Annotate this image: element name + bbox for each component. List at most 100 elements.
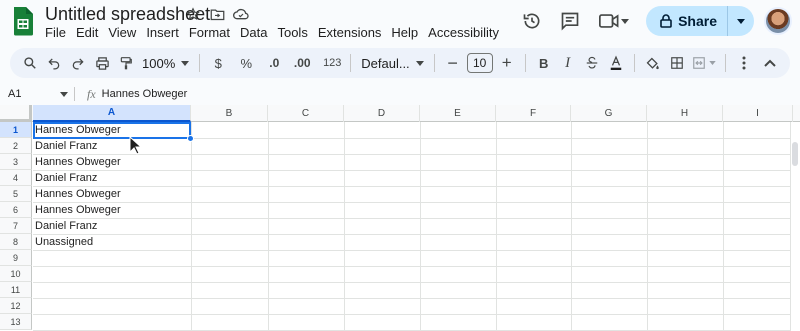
row-header[interactable]: 2 [0, 138, 32, 154]
text-color-icon[interactable] [604, 51, 628, 75]
share-dropdown-button[interactable] [728, 6, 754, 36]
row-header[interactable]: 5 [0, 186, 32, 202]
history-icon[interactable] [518, 7, 546, 35]
menu-tools[interactable]: Tools [272, 25, 312, 41]
decrease-font-size-button[interactable]: − [441, 51, 465, 75]
name-box[interactable]: A1 [0, 88, 74, 100]
row-header[interactable]: 4 [0, 170, 32, 186]
row-header[interactable]: 3 [0, 154, 32, 170]
gridline [344, 122, 345, 331]
row-header[interactable]: 9 [0, 250, 32, 266]
comments-icon[interactable] [556, 7, 584, 35]
percent-format-button[interactable]: % [234, 51, 258, 75]
row-header[interactable]: 6 [0, 202, 32, 218]
bold-button[interactable]: B [532, 51, 556, 75]
toolbar-divider [199, 54, 201, 72]
cell-a6[interactable]: Hannes Obweger [35, 202, 121, 218]
cell-a5[interactable]: Hannes Obweger [35, 186, 121, 202]
spreadsheet-grid[interactable]: A B C D E F G H I 1 2 3 4 5 6 7 8 9 10 1… [0, 105, 800, 331]
column-header-d[interactable]: D [344, 105, 420, 122]
chevron-down-icon [60, 91, 68, 97]
vertical-scrollbar[interactable] [790, 122, 800, 331]
decrease-decimal-button[interactable]: .0 [262, 51, 286, 75]
name-box-value: A1 [8, 88, 22, 100]
fill-handle[interactable] [187, 135, 194, 142]
more-formats-button[interactable]: 123 [320, 51, 344, 75]
column-header-g[interactable]: G [571, 105, 647, 122]
menu-insert[interactable]: Insert [141, 25, 184, 41]
gridline [33, 282, 793, 283]
move-folder-icon[interactable] [209, 6, 225, 22]
gridline [723, 122, 724, 331]
menu-bar: File Edit View Insert Format Data Tools … [45, 25, 504, 41]
gridline [33, 234, 793, 235]
cell-a3[interactable]: Hannes Obweger [35, 154, 121, 170]
increase-decimal-button[interactable]: .00 [290, 51, 314, 75]
share-button[interactable]: Share [646, 6, 754, 36]
menu-help[interactable]: Help [386, 25, 423, 41]
font-family-select[interactable]: Defaul... [357, 51, 427, 75]
formula-input[interactable]: Hannes Obweger [102, 88, 188, 100]
menu-file[interactable]: File [45, 25, 71, 41]
undo-icon[interactable] [42, 51, 66, 75]
cell-a7[interactable]: Daniel Franz [35, 218, 97, 234]
scrollbar-thumb[interactable] [792, 142, 798, 166]
sheets-logo-icon[interactable] [12, 6, 34, 36]
currency-format-button[interactable]: $ [206, 51, 230, 75]
row-header[interactable]: 12 [0, 298, 32, 314]
gridline [33, 202, 793, 203]
menu-data[interactable]: Data [235, 25, 272, 41]
cell-a4[interactable]: Daniel Franz [35, 170, 97, 186]
star-icon[interactable] [185, 6, 201, 22]
menu-extensions[interactable]: Extensions [313, 25, 387, 41]
row-header[interactable]: 10 [0, 266, 32, 282]
collapse-menus-icon[interactable] [758, 51, 782, 75]
print-icon[interactable] [90, 51, 114, 75]
cloud-status-icon[interactable] [233, 6, 249, 22]
increase-font-size-button[interactable]: + [495, 51, 519, 75]
column-header-e[interactable]: E [420, 105, 496, 122]
row-header[interactable]: 7 [0, 218, 32, 234]
chevron-down-icon [737, 18, 745, 24]
italic-button[interactable]: I [556, 51, 580, 75]
menu-edit[interactable]: Edit [71, 25, 103, 41]
menu-view[interactable]: View [103, 25, 141, 41]
fill-color-icon[interactable] [641, 51, 665, 75]
strikethrough-icon[interactable] [580, 51, 604, 75]
column-header-i[interactable]: I [723, 105, 793, 122]
share-main-button[interactable]: Share [646, 6, 728, 36]
account-avatar[interactable] [764, 7, 792, 35]
column-headers: A B C D E F G H I [0, 105, 800, 122]
column-header-f[interactable]: F [496, 105, 571, 122]
meet-video-icon[interactable] [594, 7, 634, 35]
column-header-h[interactable]: H [647, 105, 723, 122]
select-all-corner[interactable] [0, 105, 32, 122]
cell-a8[interactable]: Unassigned [35, 234, 93, 250]
zoom-value: 100% [142, 55, 176, 71]
menu-accessibility[interactable]: Accessibility [423, 25, 504, 41]
search-menus-icon[interactable] [18, 51, 42, 75]
toolbar-divider [724, 54, 726, 72]
row-header[interactable]: 13 [0, 314, 32, 330]
merge-cells-icon[interactable] [689, 51, 719, 75]
toolbar-divider [350, 54, 352, 72]
column-header-a[interactable]: A [33, 105, 191, 122]
borders-icon[interactable] [665, 51, 689, 75]
paint-format-icon[interactable] [114, 51, 138, 75]
formula-divider [74, 87, 75, 101]
gridline [33, 266, 793, 267]
fx-icon: fx [87, 86, 96, 101]
zoom-select[interactable]: 100% [138, 51, 193, 75]
cell-a2[interactable]: Daniel Franz [35, 138, 97, 154]
redo-icon[interactable] [66, 51, 90, 75]
row-header[interactable]: 8 [0, 234, 32, 250]
gridline [420, 122, 421, 331]
column-header-c[interactable]: C [268, 105, 344, 122]
font-size-input[interactable]: 10 [466, 53, 493, 73]
row-header[interactable]: 11 [0, 282, 32, 298]
gridline [33, 250, 793, 251]
row-header[interactable]: 1 [0, 122, 32, 138]
column-header-b[interactable]: B [191, 105, 268, 122]
menu-format[interactable]: Format [184, 25, 235, 41]
more-options-icon[interactable] [732, 51, 756, 75]
